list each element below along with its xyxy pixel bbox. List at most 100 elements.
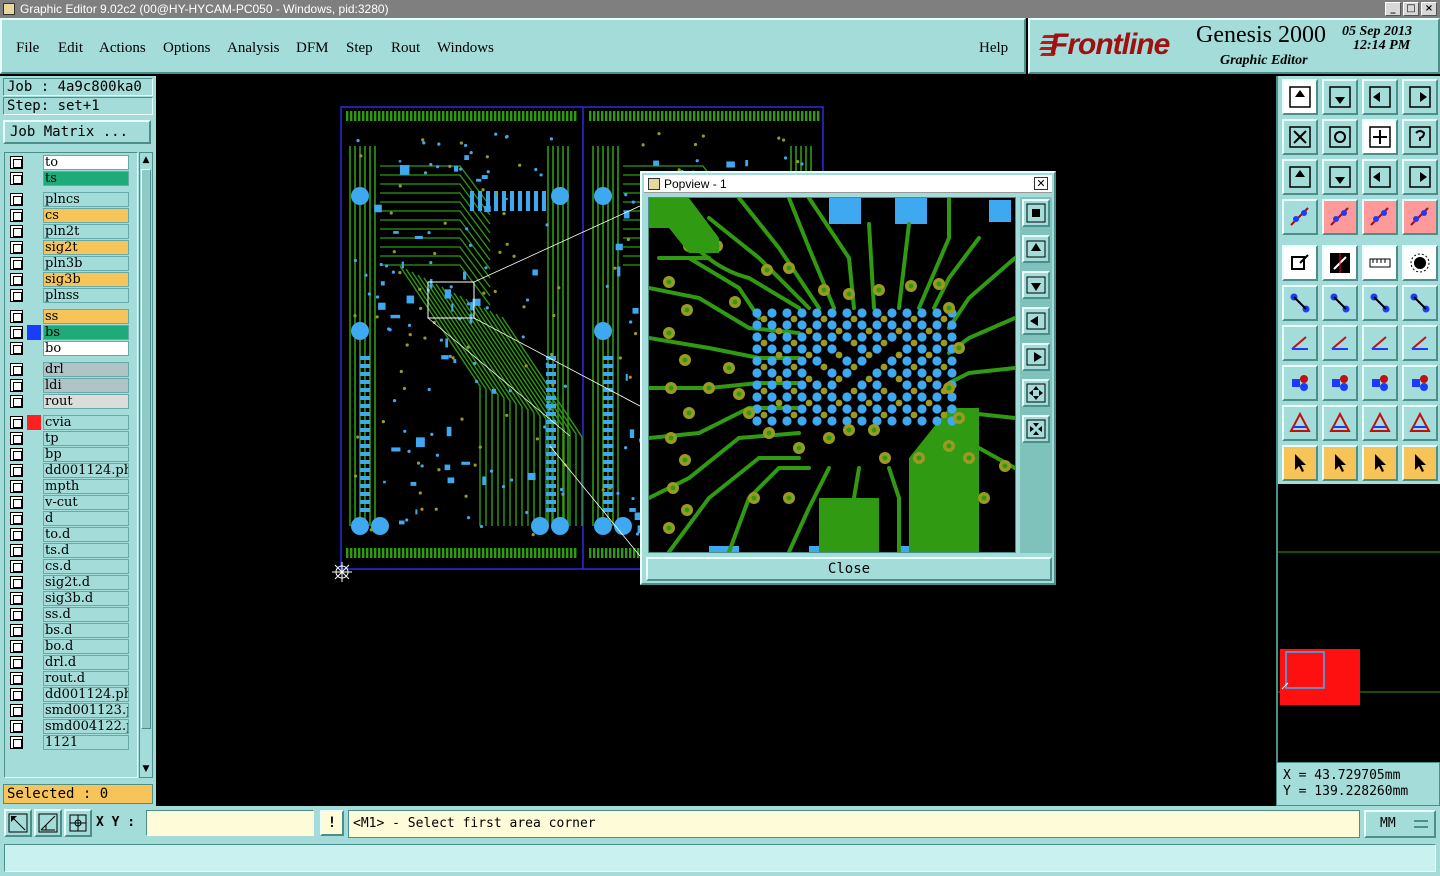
menu-help[interactable]: Help — [979, 40, 1008, 57]
menu-options[interactable]: Options — [163, 40, 211, 57]
layer-name[interactable]: rout — [43, 394, 129, 409]
layer-row-sig3b[interactable]: sig3b — [7, 272, 129, 287]
scale-1-2-button[interactable] — [1362, 159, 1398, 195]
layer-row-tp[interactable]: tp — [7, 431, 129, 446]
layer-color-swatch[interactable] — [27, 543, 41, 558]
overview-map-view[interactable] — [1278, 484, 1440, 762]
popview-pan-down-button[interactable] — [1022, 271, 1050, 299]
menu-analysis[interactable]: Analysis — [227, 40, 280, 57]
line-add-button[interactable] — [1362, 285, 1398, 321]
layer-color-swatch[interactable] — [27, 575, 41, 590]
layer-color-swatch[interactable] — [27, 511, 41, 526]
layer-name[interactable]: to.d — [43, 527, 129, 542]
mirror-button[interactable] — [1402, 325, 1438, 361]
angle-button[interactable] — [1282, 325, 1318, 361]
layer-color-swatch[interactable] — [27, 591, 41, 606]
popview-pan-left-button[interactable] — [1022, 307, 1050, 335]
layer-checkbox[interactable] — [10, 496, 23, 509]
layer-checkbox[interactable] — [10, 736, 23, 749]
layer-checkbox[interactable] — [10, 257, 23, 270]
layer-color-swatch[interactable] — [27, 431, 41, 446]
layer-color-swatch[interactable] — [27, 272, 41, 287]
layer-checkbox[interactable] — [10, 395, 23, 408]
layer-name[interactable]: 1121 — [43, 735, 129, 750]
layer-checkbox[interactable] — [10, 512, 23, 525]
layer-color-swatch[interactable] — [27, 607, 41, 622]
layer-color-swatch[interactable] — [27, 415, 41, 430]
layer-row-bo-d[interactable]: bo.d — [7, 639, 129, 654]
layer-color-swatch[interactable] — [27, 463, 41, 478]
layer-list-scrollbar[interactable]: ▲ ▼ — [139, 152, 153, 778]
layer-checkbox[interactable] — [10, 576, 23, 589]
layer-name[interactable]: sig3b — [43, 272, 129, 287]
drc-button[interactable] — [1362, 199, 1398, 235]
layer-row-plncs[interactable]: plncs — [7, 192, 129, 207]
layer-color-swatch[interactable] — [27, 208, 41, 223]
layer-row-bs[interactable]: bs — [7, 325, 129, 340]
layer-checkbox[interactable] — [10, 592, 23, 605]
layer-row-bo[interactable]: bo — [7, 341, 129, 356]
layer-row-ss-d[interactable]: ss.d — [7, 607, 129, 622]
info-button[interactable]: ! — [320, 810, 344, 836]
layer-checkbox[interactable] — [10, 172, 23, 185]
layer-checkbox[interactable] — [10, 464, 23, 477]
layer-color-swatch[interactable] — [27, 719, 41, 734]
layer-checkbox[interactable] — [10, 544, 23, 557]
layer-color-swatch[interactable] — [27, 703, 41, 718]
layer-checkbox[interactable] — [10, 289, 23, 302]
ruler-button[interactable] — [1362, 245, 1398, 281]
layer-checkbox[interactable] — [10, 241, 23, 254]
layer-color-swatch[interactable] — [27, 623, 41, 638]
layer-color-swatch[interactable] — [27, 224, 41, 239]
layer-color-swatch[interactable] — [27, 256, 41, 271]
menu-dfm[interactable]: DFM — [296, 40, 329, 57]
popview-close-icon[interactable]: ✕ — [1034, 177, 1048, 190]
layer-row-pln2t[interactable]: pln2t — [7, 224, 129, 239]
menu-file[interactable]: File — [16, 40, 39, 57]
cut-button[interactable] — [1322, 199, 1358, 235]
poly-outline-button[interactable] — [1322, 405, 1358, 441]
surface-button[interactable] — [1402, 365, 1438, 401]
rotate-button[interactable] — [1362, 325, 1398, 361]
layer-color-swatch[interactable] — [27, 341, 41, 356]
layer-color-swatch[interactable] — [27, 495, 41, 510]
layer-checkbox[interactable] — [10, 379, 23, 392]
popview-zoom-in-button[interactable] — [1022, 379, 1050, 407]
layer-name[interactable]: mpth — [43, 479, 129, 494]
layer-row-d[interactable]: d — [7, 511, 129, 526]
layer-row-smd004122-pl[interactable]: smd004122.pl — [7, 719, 129, 734]
layer-name[interactable]: bo — [43, 341, 129, 356]
layer-checkbox[interactable] — [10, 720, 23, 733]
layer-name[interactable]: ts.d — [43, 543, 129, 558]
snap-button[interactable] — [4, 809, 32, 837]
job-matrix-button[interactable]: Job Matrix ... — [3, 120, 151, 144]
layer-checkbox[interactable] — [10, 608, 23, 621]
measure-button[interactable] — [34, 809, 62, 837]
layer-color-swatch[interactable] — [27, 671, 41, 686]
snap-settings-button[interactable] — [1282, 199, 1318, 235]
popview-close-button[interactable]: Close — [646, 557, 1052, 581]
layer-row-to-d[interactable]: to.d — [7, 527, 129, 542]
layer-row-mpth[interactable]: mpth — [7, 479, 129, 494]
layer-row-pln3b[interactable]: pln3b — [7, 256, 129, 271]
layer-row-drl-d[interactable]: drl.d — [7, 655, 129, 670]
scroll-down-icon[interactable]: ▼ — [141, 763, 151, 775]
layer-checkbox[interactable] — [10, 704, 23, 717]
command-line[interactable] — [4, 844, 1436, 872]
layer-color-swatch[interactable] — [27, 559, 41, 574]
redraw-button[interactable] — [1402, 119, 1438, 155]
minimize-button[interactable]: _ — [1385, 2, 1401, 16]
popview-pan-right-button[interactable] — [1022, 343, 1050, 371]
layer-row-rout-d[interactable]: rout.d — [7, 671, 129, 686]
menu-edit[interactable]: Edit — [58, 40, 83, 57]
layer-name[interactable]: dd001124.phe — [43, 687, 129, 702]
pan-left-button[interactable] — [1282, 119, 1318, 155]
layer-color-swatch[interactable] — [27, 527, 41, 542]
select-box-button[interactable] — [1322, 445, 1358, 481]
layer-row-bs-d[interactable]: bs.d — [7, 623, 129, 638]
layer-name[interactable]: drl — [43, 362, 129, 377]
layer-name[interactable]: dd001124.phe — [43, 463, 129, 478]
layer-color-swatch[interactable] — [27, 735, 41, 750]
layer-checkbox[interactable] — [10, 342, 23, 355]
layer-name[interactable]: bp — [43, 447, 129, 462]
